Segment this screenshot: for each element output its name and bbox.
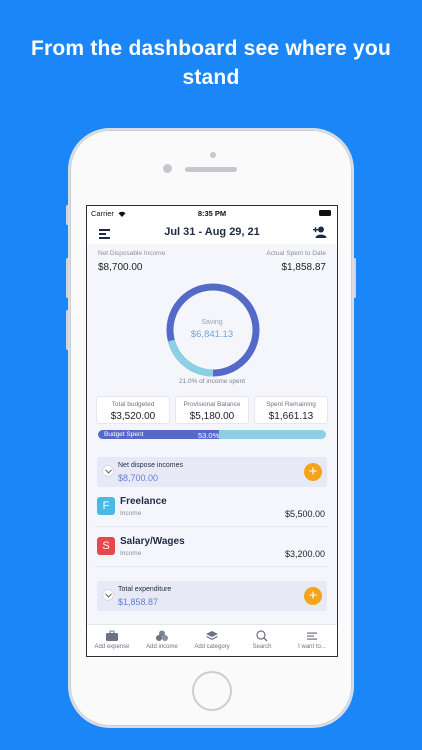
plus-icon: + [308,463,318,480]
phone-speaker [185,167,237,172]
status-time: 8:35 PM [197,209,227,218]
tab-bar: Add expense Add income Add category Sear… [87,624,337,656]
expense-group-amount: $1,858.87 [118,597,159,607]
list-icon [307,632,317,640]
status-bar: Carrier 8:35 PM [87,206,337,220]
saving-donut: Saving $6,841.13 21.0% of income spent [87,278,337,390]
tab-add-income[interactable]: Add income [137,625,187,656]
category-badge: S [97,537,115,555]
list-item[interactable]: F Freelance Income $5,500.00 [95,487,327,527]
spent-value: $1,858.87 [281,262,327,273]
net-income-label: Net Disposable Income [98,250,166,257]
tab-search[interactable]: Search [237,625,287,656]
chevron-down-icon[interactable] [102,589,114,601]
coins-icon [156,630,168,641]
headline-line-1: From the dashboard see where you [31,37,391,60]
category-badge: F [97,497,115,515]
category-type: Income [120,550,142,557]
battery-icon [319,210,331,216]
net-income-value: $8,700.00 [98,262,143,273]
tab-add-category[interactable]: Add category [187,625,237,656]
phone-sensor [210,152,216,158]
category-amount: $5,500.00 [284,509,325,519]
add-income-plus-button[interactable]: + [304,463,322,481]
nav-bar: Jul 31 - Aug 29, 21 [87,220,337,244]
budget-spent-percent: 53.0% [198,430,220,440]
list-item[interactable]: S Salary/Wages Income $3,200.00 [95,527,327,567]
add-user-icon[interactable] [313,225,327,239]
layers-icon [206,631,218,640]
tab-i-want-to[interactable]: I want to... [287,625,337,656]
income-spent-caption: 21.0% of income spent [178,378,246,385]
search-icon [256,630,268,642]
category-name: Freelance [120,496,167,507]
spent-label: Actual Spent to Date [266,250,326,257]
card-total-budgeted[interactable]: Total budgeted $3,520.00 [96,396,170,424]
headline-line-2: stand [182,66,240,89]
category-name: Salary/Wages [120,536,185,547]
expense-group-header[interactable]: Total expenditure $1,858.87 + [97,581,327,611]
saving-value: $6,841.13 [190,329,234,340]
headline: From the dashboard see where you stand [0,34,422,92]
income-summary: Net Disposable Income $8,700.00 Actual S… [87,244,337,278]
budget-cards: Total budgeted $3,520.00 Provisional Bal… [87,396,337,424]
card-provisional-balance[interactable]: Provisional Balance $5,180.00 [175,396,249,424]
app-screen: Carrier 8:35 PM Jul 31 - Aug 29, 21 Net … [86,205,338,657]
add-expense-plus-button[interactable]: + [304,587,322,605]
category-type: Income [120,510,142,517]
card-spent-remaining[interactable]: Spent Remaining $1,661.13 [254,396,328,424]
briefcase-icon [106,630,118,641]
income-group-amount: $8,700.00 [118,473,159,483]
expense-group-title: Total expenditure [118,586,172,593]
plus-icon: + [308,587,318,604]
income-group-title: Net dispose incomes [118,462,183,469]
category-amount: $3,200.00 [284,549,325,559]
phone-camera [163,164,172,173]
date-range-title[interactable]: Jul 31 - Aug 29, 21 [87,226,337,238]
income-group-header[interactable]: Net dispose incomes $8,700.00 + [97,457,327,487]
tab-add-expense[interactable]: Add expense [87,625,137,656]
home-button[interactable] [192,671,232,711]
budget-spent-label: Budget Spent [104,431,144,438]
saving-label: Saving [201,319,223,326]
chevron-down-icon[interactable] [102,465,114,477]
budget-spent-bar: Budget Spent 53.0% [98,430,326,439]
